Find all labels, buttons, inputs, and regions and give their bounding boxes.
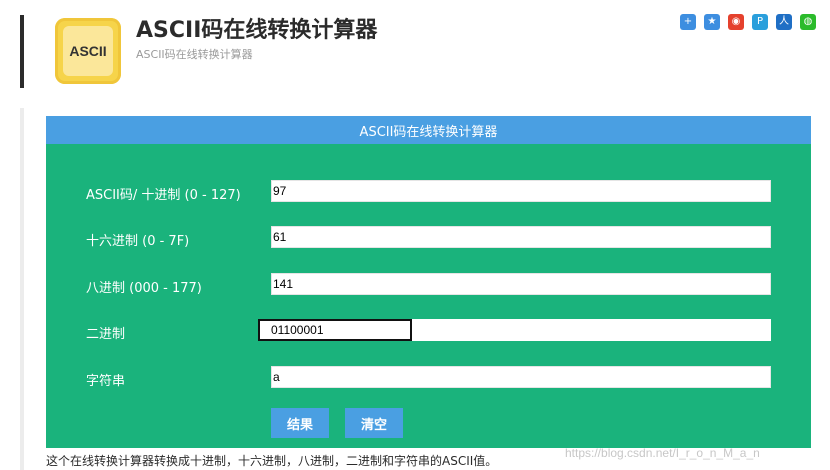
- binary-row: 二进制: [46, 319, 811, 343]
- hex-input[interactable]: [271, 226, 771, 248]
- string-row: 字符串: [46, 366, 811, 390]
- binary-input[interactable]: [258, 319, 412, 341]
- hex-row: 十六进制 (0 - 7F): [46, 226, 811, 250]
- tencent-weibo-share-icon[interactable]: P: [752, 14, 768, 30]
- decimal-row: ASCII码/ 十进制 (0 - 127): [46, 180, 811, 204]
- app-icon-label: ASCII: [63, 26, 113, 76]
- share-toolbar: + ★ ◉ P 人 ◍: [680, 14, 816, 30]
- content-accent-bar: [20, 108, 24, 470]
- decimal-label: ASCII码/ 十进制 (0 - 127): [86, 188, 241, 203]
- description-text: 这个在线转换计算器转换成十进制，十六进制，八进制，二进制和字符串的ASCII值。: [46, 454, 498, 468]
- weibo-share-icon[interactable]: ◉: [728, 14, 744, 30]
- wechat-share-icon[interactable]: ◍: [800, 14, 816, 30]
- string-label: 字符串: [86, 374, 126, 389]
- string-input[interactable]: [271, 366, 771, 388]
- converter-panel: ASCII码在线转换计算器 ASCII码/ 十进制 (0 - 127) 十六进制…: [46, 116, 811, 448]
- clear-button[interactable]: 清空: [345, 408, 403, 438]
- panel-title: ASCII码在线转换计算器: [46, 116, 811, 144]
- decimal-input[interactable]: [271, 180, 771, 202]
- renren-share-icon[interactable]: 人: [776, 14, 792, 30]
- qzone-share-icon[interactable]: ★: [704, 14, 720, 30]
- octal-row: 八进制 (000 - 177): [46, 273, 811, 297]
- hex-label: 十六进制 (0 - 7F): [86, 234, 190, 249]
- header-accent-bar: [20, 15, 24, 88]
- binary-label: 二进制: [86, 327, 126, 342]
- watermark-text: https://blog.csdn.net/I_r_o_n_M_a_n: [565, 446, 760, 460]
- ascii-app-icon: ASCII: [55, 18, 121, 84]
- octal-label: 八进制 (000 - 177): [86, 281, 202, 296]
- page-title: ASCII码在线转换计算器: [136, 18, 378, 43]
- octal-input[interactable]: [271, 273, 771, 295]
- result-button[interactable]: 结果: [271, 408, 329, 438]
- page-subtitle: ASCII码在线转换计算器: [136, 48, 253, 61]
- add-share-icon[interactable]: +: [680, 14, 696, 30]
